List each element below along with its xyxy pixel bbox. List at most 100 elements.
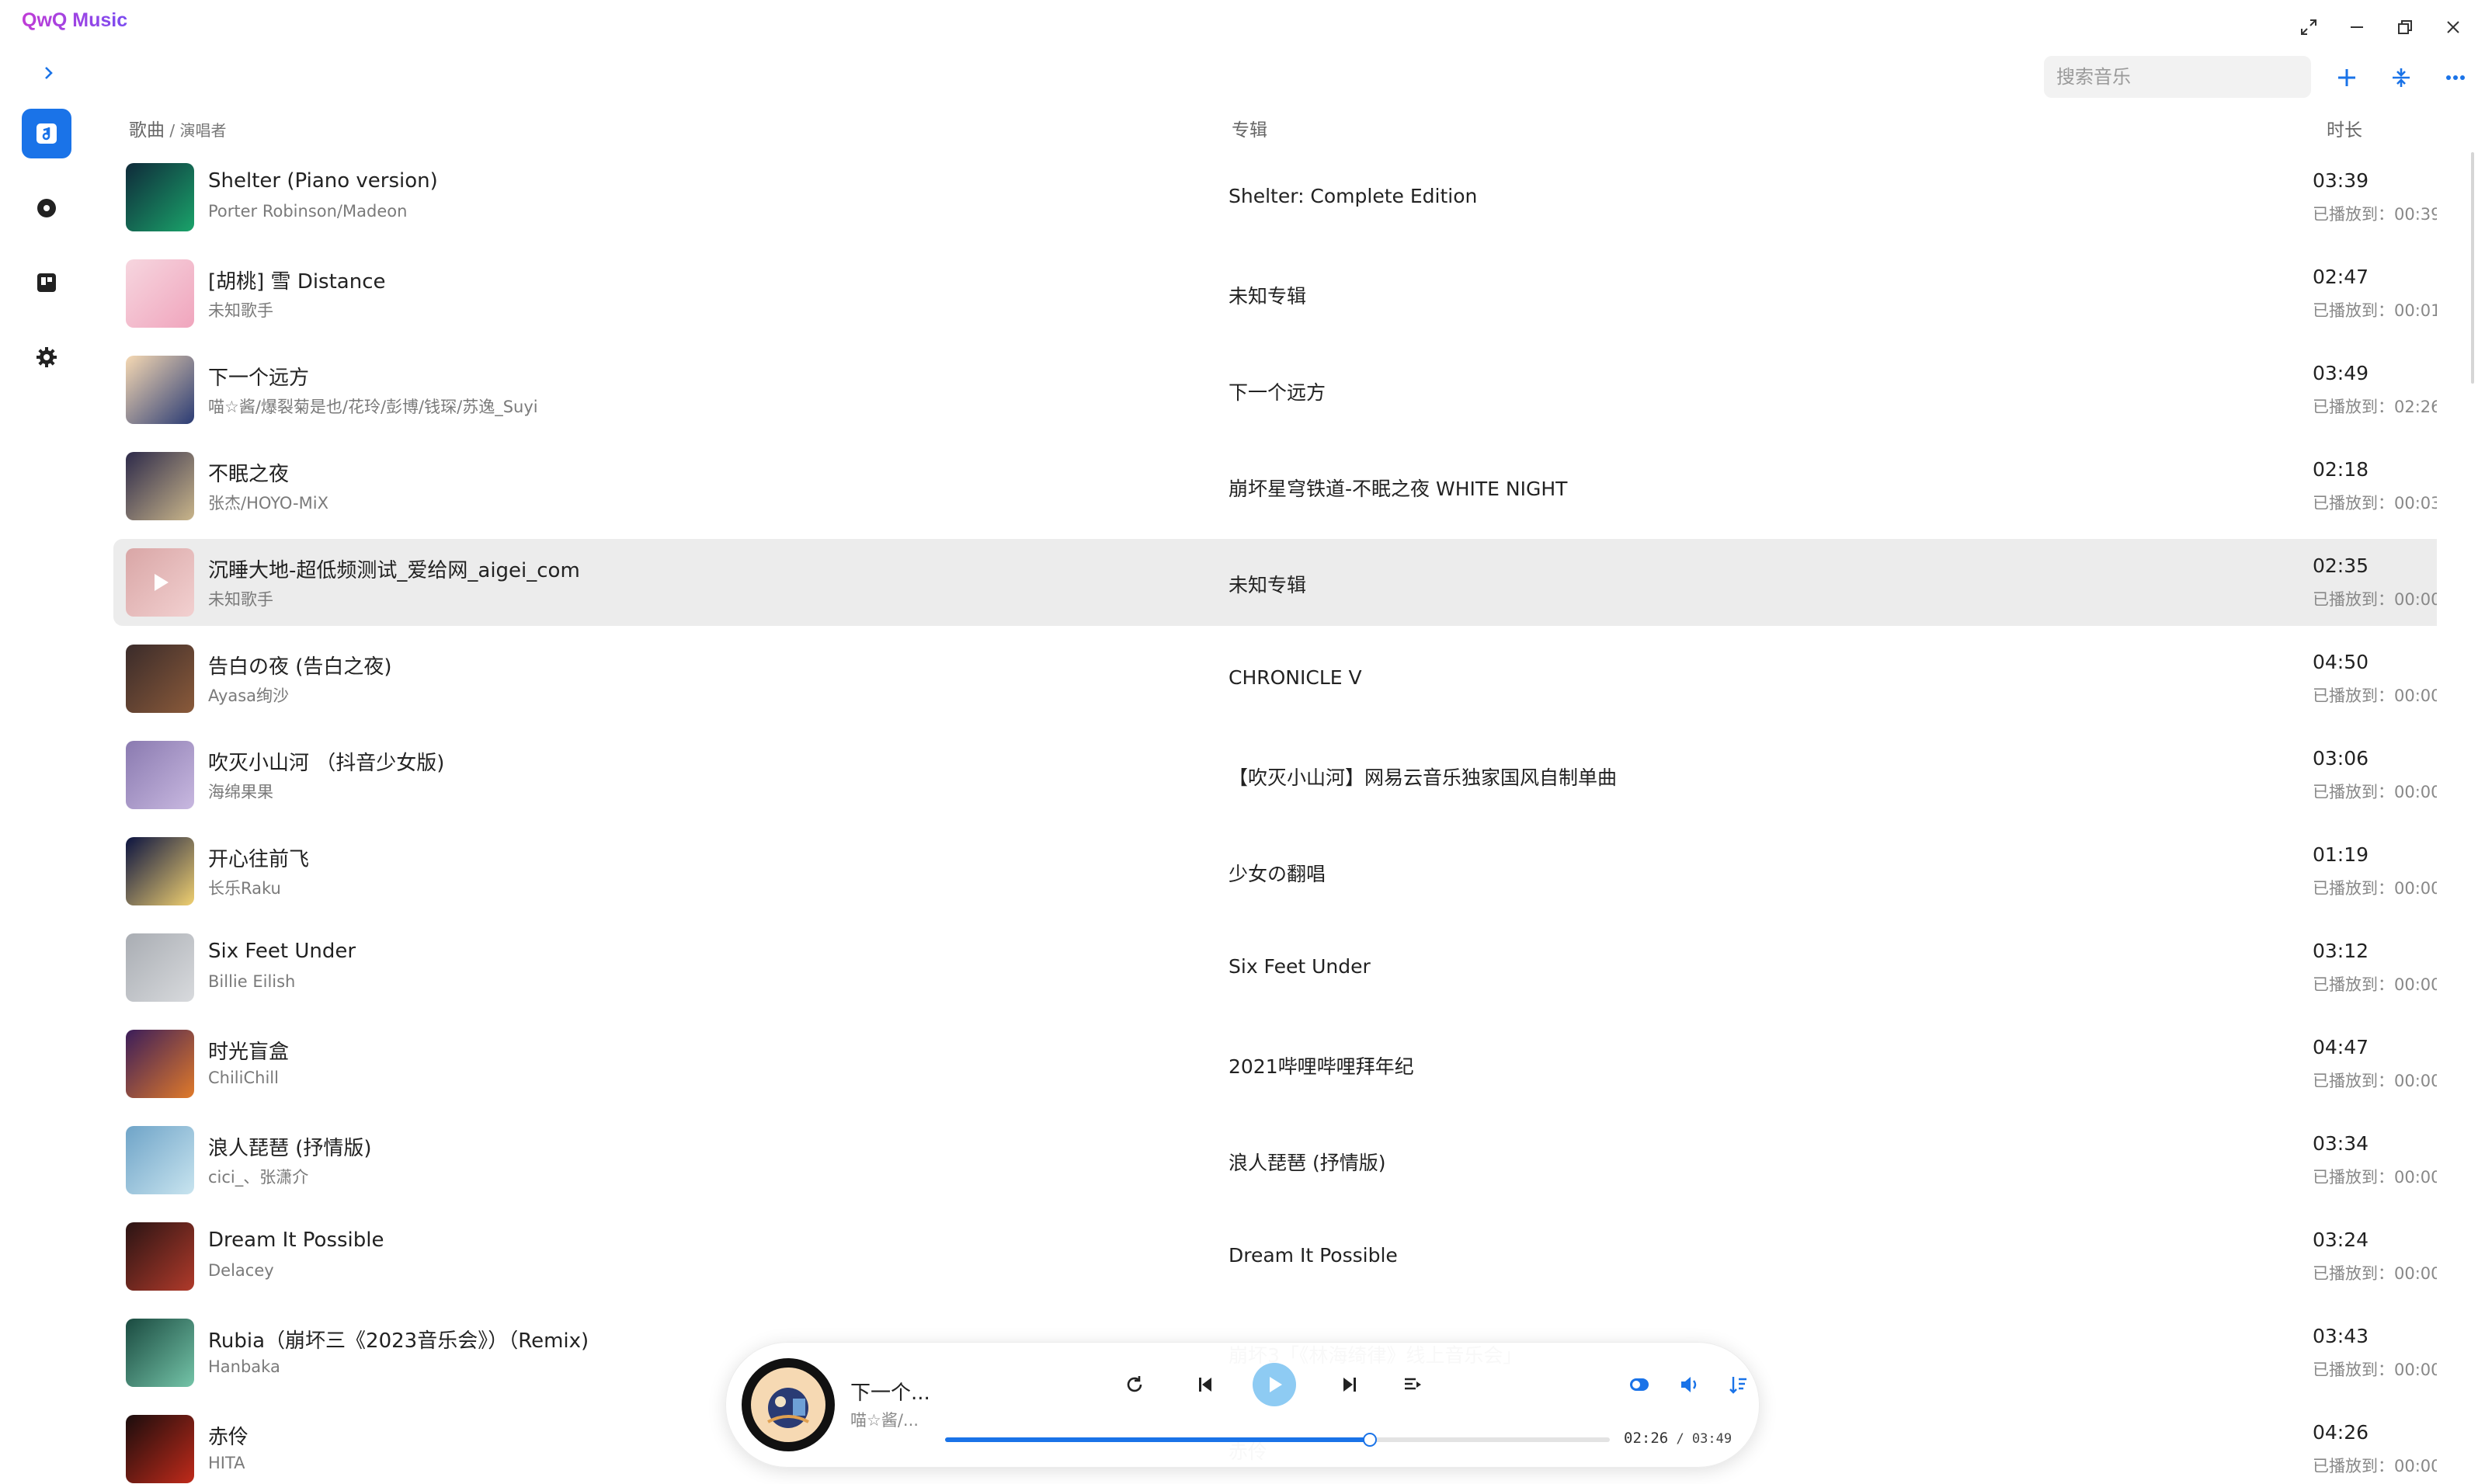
song-row[interactable]: 开心往前飞 长乐Raku 少女の翻唱 01:19 已播放到：00:00 <box>113 828 2437 915</box>
song-row[interactable]: 下一个远方 喵☆酱/爆裂菊是也/花玲/彭博/钱琛/苏逸_Suyi 下一个远方 03:4… <box>113 346 2437 433</box>
sidebar-item-playlist[interactable] <box>22 258 71 308</box>
song-artist: 海绵果果 <box>208 783 273 801</box>
album-cover[interactable] <box>126 259 194 328</box>
grid-icon <box>37 273 56 292</box>
played-prefix: 已播放到： <box>2313 1168 2394 1187</box>
played-prefix: 已播放到： <box>2313 879 2394 898</box>
play-order-button[interactable] <box>1722 1368 1756 1402</box>
song-row[interactable]: [胡桃] 雪 Distance 未知歌手 未知专辑 02:47 已播放到：00:01 <box>113 250 2437 337</box>
song-duration: 03:43 <box>2313 1325 2369 1347</box>
song-album: 未知专辑 <box>1229 574 1307 596</box>
close-button[interactable] <box>2437 11 2469 43</box>
progress-knob[interactable] <box>1362 1433 1377 1447</box>
song-row[interactable]: Six Feet Under Billie Eilish Six Feet Unde… <box>113 924 2437 1011</box>
played-prefix: 已播放到： <box>2313 398 2394 416</box>
album-cover[interactable] <box>126 1319 194 1387</box>
gear-icon <box>36 347 57 367</box>
song-album: 崩坏星穹铁道-不眠之夜 WHITE NIGHT <box>1229 478 1568 500</box>
album-cover[interactable] <box>126 741 194 809</box>
song-artist: 长乐Raku <box>208 879 281 898</box>
more-button[interactable] <box>2438 61 2473 95</box>
search-input[interactable] <box>2044 56 2311 98</box>
column-header-sep: / <box>165 121 180 140</box>
previous-icon <box>1199 1378 1211 1392</box>
volume-button[interactable] <box>1672 1368 1706 1402</box>
sort-order-icon <box>1729 1377 1746 1394</box>
progress-fill <box>945 1437 1369 1442</box>
locate-button[interactable] <box>2384 61 2418 95</box>
minimize-button[interactable] <box>2341 11 2373 43</box>
played-time: 02:26 <box>2394 398 2437 416</box>
sidebar-item-settings[interactable] <box>22 332 71 382</box>
add-button[interactable] <box>2330 61 2364 95</box>
repeat-button[interactable] <box>1117 1368 1152 1402</box>
song-title: Shelter (Piano version) <box>208 169 438 193</box>
column-header-album: 专辑 <box>1232 120 1267 141</box>
album-cover[interactable] <box>126 1415 194 1483</box>
song-title: 开心往前飞 <box>208 848 310 871</box>
song-album: Six Feet Under <box>1229 955 1371 978</box>
toggle-switch-button[interactable] <box>1622 1368 1656 1402</box>
song-artist: 未知歌手 <box>208 590 273 609</box>
plus-icon <box>2338 69 2355 86</box>
song-played-position: 已播放到：00:00 <box>2313 780 2437 803</box>
played-prefix: 已播放到： <box>2313 1072 2394 1090</box>
played-time: 00:00 <box>2394 879 2437 898</box>
song-artist: Ayasa绚沙 <box>208 686 290 705</box>
sidebar-item-music[interactable] <box>22 109 71 158</box>
collapse-icon <box>2393 68 2410 87</box>
song-album: 2021哔哩哔哩拜年纪 <box>1229 1055 1414 1078</box>
song-played-position: 已播放到：00:01 <box>2313 298 2437 321</box>
album-cover[interactable] <box>126 837 194 905</box>
song-row[interactable]: Shelter (Piano version) Porter Robinson/M… <box>113 154 2437 241</box>
restore-button[interactable] <box>2389 11 2421 43</box>
song-played-position: 已播放到：02:26 <box>2313 394 2437 418</box>
player-artist: 喵☆酱/... <box>850 1411 919 1430</box>
album-cover[interactable] <box>126 1030 194 1098</box>
song-row[interactable]: 浪人琵琶 (抒情版) cici_、张潇介 浪人琵琶 (抒情版) 03:34 已播放到：0… <box>113 1117 2437 1204</box>
song-title: Six Feet Under <box>208 940 356 963</box>
sidebar-expand-button[interactable] <box>34 59 62 87</box>
play-pause-button[interactable] <box>1253 1363 1296 1406</box>
sidebar-item-album[interactable] <box>22 183 71 233</box>
album-cover[interactable] <box>126 645 194 713</box>
played-time: 00:00 <box>2394 1264 2437 1283</box>
album-cover[interactable] <box>126 1126 194 1194</box>
previous-button[interactable] <box>1189 1368 1223 1402</box>
played-time: 00:00 <box>2394 686 2437 705</box>
song-row[interactable]: 沉睡大地-超低频测试_爱给网_aigei_com 未知歌手 未知专辑 02:35 已播放… <box>113 539 2437 626</box>
song-artist: 未知歌手 <box>208 301 273 320</box>
minimize-icon <box>2351 26 2363 28</box>
song-row[interactable]: Dream It Possible Delacey Dream It Possibl… <box>113 1213 2437 1300</box>
song-row[interactable]: 时光盲盒 ChiliChill 2021哔哩哔哩拜年纪 04:47 已播放到：00:00 <box>113 1020 2437 1107</box>
column-header-song: 歌曲 / 演唱者 <box>129 115 226 141</box>
song-row[interactable]: 吹灭小山河 （抖音少女版) 海绵果果 【吹灭小山河】网易云音乐独家国风自制单曲 03:… <box>113 732 2437 818</box>
playlist-queue-button[interactable] <box>1395 1368 1430 1402</box>
chevron-right-icon <box>45 67 53 79</box>
album-cover[interactable] <box>126 163 194 231</box>
album-cover[interactable] <box>126 548 194 617</box>
restore-icon <box>2398 20 2412 34</box>
song-duration: 03:39 <box>2313 169 2369 192</box>
music-note-icon <box>36 123 57 144</box>
album-cover[interactable] <box>126 452 194 520</box>
song-duration: 03:49 <box>2313 362 2369 384</box>
song-duration: 04:50 <box>2313 651 2369 673</box>
play-overlay-icon[interactable] <box>126 548 194 617</box>
next-button[interactable] <box>1332 1368 1366 1402</box>
progress-bar[interactable] <box>945 1433 1610 1447</box>
album-cover[interactable] <box>126 1222 194 1291</box>
fullscreen-button[interactable] <box>2292 11 2325 43</box>
song-row[interactable]: 不眠之夜 张杰/HOYO-MiX 崩坏星穹铁道-不眠之夜 WHITE NIGHT 02… <box>113 443 2437 530</box>
album-cover[interactable] <box>126 356 194 424</box>
song-row[interactable]: 告白の夜 (告白之夜) Ayasa绚沙 CHRONICLE V 04:50 已播放到：0… <box>113 635 2437 722</box>
played-time: 00:00 <box>2394 590 2437 609</box>
album-cover[interactable] <box>126 933 194 1002</box>
played-time: 00:01 <box>2394 301 2437 320</box>
scrollbar[interactable] <box>2471 152 2474 384</box>
song-duration: 04:26 <box>2313 1421 2369 1444</box>
song-played-position: 已播放到：00:00 <box>2313 683 2437 707</box>
now-playing-disc[interactable] <box>742 1358 835 1451</box>
queue-icon <box>1405 1378 1421 1390</box>
column-header-singer-label: 演唱者 <box>179 121 227 140</box>
